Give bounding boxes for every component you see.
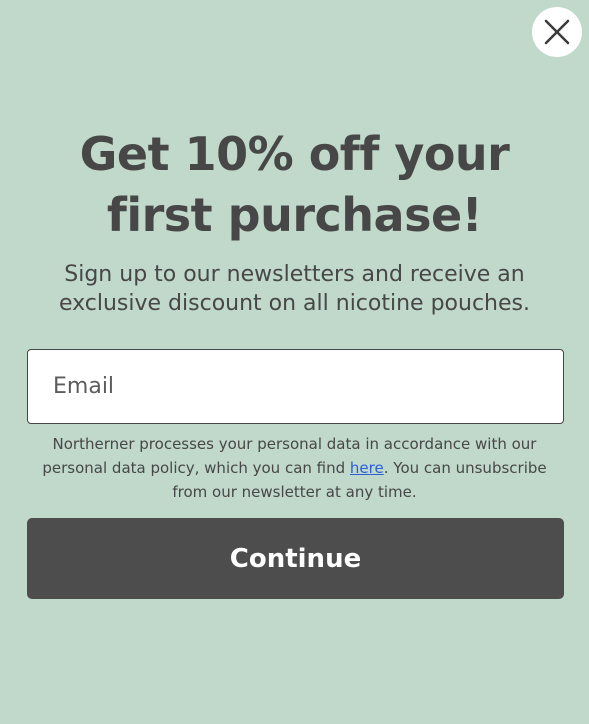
privacy-disclaimer: Northerner processes your personal data … <box>25 432 564 504</box>
email-input[interactable] <box>27 349 564 424</box>
continue-button[interactable]: Continue <box>27 518 564 599</box>
privacy-policy-link[interactable]: here <box>350 459 384 477</box>
close-button[interactable] <box>532 7 582 57</box>
close-icon <box>544 19 570 45</box>
headline: Get 10% off your first purchase! <box>0 124 589 246</box>
headline-line-2: first purchase! <box>106 188 483 242</box>
subheading: Sign up to our newsletters and receive a… <box>59 262 530 316</box>
headline-line-1: Get 10% off your <box>79 127 510 181</box>
